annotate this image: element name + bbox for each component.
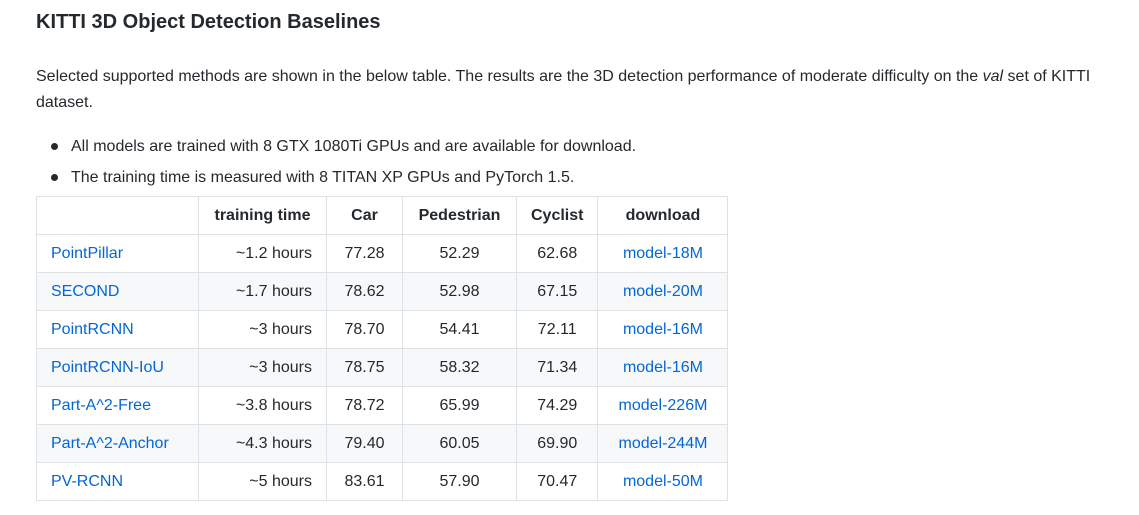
download-link[interactable]: model-226M: [619, 397, 708, 414]
pedestrian-cell: 52.98: [402, 272, 517, 311]
download-cell: model-50M: [597, 462, 729, 501]
table-row: Part-A^2-Anchor ~4.3 hours 79.40 60.05 6…: [36, 424, 729, 463]
car-cell: 79.40: [326, 424, 403, 463]
training-time-cell: ~1.7 hours: [198, 272, 327, 311]
description-text-start: Selected supported methods are shown in …: [36, 68, 983, 85]
cyclist-cell: 67.15: [515, 272, 599, 311]
cyclist-cell: 71.34: [515, 348, 599, 387]
training-time-cell: ~4.3 hours: [198, 424, 327, 463]
header-cyclist: Cyclist: [515, 196, 599, 235]
cyclist-cell: 69.90: [515, 424, 599, 463]
notes-list-item: The training time is measured with 8 TIT…: [36, 162, 1136, 193]
download-link[interactable]: model-18M: [623, 245, 703, 262]
header-training-time: training time: [198, 196, 327, 235]
section-heading: KITTI 3D Object Detection Baselines: [36, 11, 381, 33]
cyclist-cell: 74.29: [515, 386, 599, 425]
car-cell: 83.61: [326, 462, 403, 501]
car-cell: 77.28: [326, 234, 403, 273]
pedestrian-cell: 60.05: [402, 424, 517, 463]
cyclist-cell: 70.47: [515, 462, 599, 501]
table-row: Part-A^2-Free ~3.8 hours 78.72 65.99 74.…: [36, 386, 729, 425]
table-row: PV-RCNN ~5 hours 83.61 57.90 70.47 model…: [36, 462, 729, 501]
download-cell: model-244M: [597, 424, 729, 463]
method-cell: PointRCNN: [36, 310, 199, 349]
download-link[interactable]: model-20M: [623, 283, 703, 300]
table-row: PointRCNN ~3 hours 78.70 54.41 72.11 mod…: [36, 310, 729, 349]
download-link[interactable]: model-16M: [623, 321, 703, 338]
bullet-dot-icon: [51, 174, 58, 181]
method-link[interactable]: PointRCNN-IoU: [51, 359, 164, 376]
training-time-cell: ~3 hours: [198, 348, 327, 387]
table-row: SECOND ~1.7 hours 78.62 52.98 67.15 mode…: [36, 272, 729, 311]
method-link[interactable]: SECOND: [51, 283, 119, 300]
training-time-cell: ~3.8 hours: [198, 386, 327, 425]
notes-list-item: All models are trained with 8 GTX 1080Ti…: [36, 131, 1136, 162]
description-paragraph: Selected supported methods are shown in …: [36, 64, 1136, 116]
cyclist-cell: 62.68: [515, 234, 599, 273]
results-table: training time Car Pedestrian Cyclist dow…: [36, 196, 729, 501]
pedestrian-cell: 57.90: [402, 462, 517, 501]
download-link[interactable]: model-50M: [623, 473, 703, 490]
notes-list: All models are trained with 8 GTX 1080Ti…: [36, 131, 1136, 193]
training-time-cell: ~3 hours: [198, 310, 327, 349]
car-cell: 78.75: [326, 348, 403, 387]
description-italic-val: val: [982, 68, 1004, 85]
bullet-dot-icon: [51, 143, 58, 150]
header-car: Car: [326, 196, 403, 235]
car-cell: 78.72: [326, 386, 403, 425]
download-cell: model-16M: [597, 348, 729, 387]
pedestrian-cell: 65.99: [402, 386, 517, 425]
notes-item-text: All models are trained with 8 GTX 1080Ti…: [71, 138, 637, 155]
method-link[interactable]: PV-RCNN: [51, 473, 123, 490]
car-cell: 78.70: [326, 310, 403, 349]
table-row: PointPillar ~1.2 hours 77.28 52.29 62.68…: [36, 234, 729, 273]
method-cell: PointRCNN-IoU: [36, 348, 199, 387]
download-cell: model-16M: [597, 310, 729, 349]
method-link[interactable]: Part-A^2-Free: [51, 397, 151, 414]
download-link[interactable]: model-244M: [619, 435, 708, 452]
download-cell: model-18M: [597, 234, 729, 273]
pedestrian-cell: 58.32: [402, 348, 517, 387]
method-cell: PointPillar: [36, 234, 199, 273]
header-download: download: [597, 196, 729, 235]
notes-item-text: The training time is measured with 8 TIT…: [71, 169, 575, 186]
car-cell: 78.62: [326, 272, 403, 311]
readme-section: KITTI 3D Object Detection Baselines Sele…: [36, 0, 1136, 193]
method-link[interactable]: PointRCNN: [51, 321, 134, 338]
method-cell: Part-A^2-Free: [36, 386, 199, 425]
method-cell: PV-RCNN: [36, 462, 199, 501]
method-link[interactable]: PointPillar: [51, 245, 123, 262]
download-cell: model-20M: [597, 272, 729, 311]
method-cell: SECOND: [36, 272, 199, 311]
download-cell: model-226M: [597, 386, 729, 425]
table-header-row: training time Car Pedestrian Cyclist dow…: [36, 196, 729, 235]
header-pedestrian: Pedestrian: [402, 196, 517, 235]
method-link[interactable]: Part-A^2-Anchor: [51, 435, 169, 452]
header-method: [36, 196, 199, 235]
pedestrian-cell: 54.41: [402, 310, 517, 349]
cyclist-cell: 72.11: [515, 310, 599, 349]
method-cell: Part-A^2-Anchor: [36, 424, 199, 463]
table-row: PointRCNN-IoU ~3 hours 78.75 58.32 71.34…: [36, 348, 729, 387]
training-time-cell: ~5 hours: [198, 462, 327, 501]
download-link[interactable]: model-16M: [623, 359, 703, 376]
training-time-cell: ~1.2 hours: [198, 234, 327, 273]
pedestrian-cell: 52.29: [402, 234, 517, 273]
